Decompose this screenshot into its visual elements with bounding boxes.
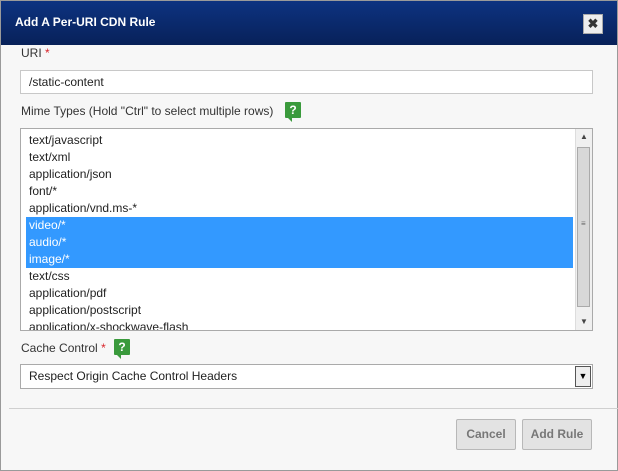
- mime-type-option[interactable]: application/postscript: [26, 302, 573, 319]
- scroll-down-arrow-icon[interactable]: ▼: [576, 314, 592, 330]
- mime-types-listbox[interactable]: text/javascript text/xml application/json f…: [20, 128, 593, 331]
- scroll-up-arrow-icon[interactable]: ▲: [576, 129, 592, 145]
- mime-type-option[interactable]: font/*: [26, 183, 573, 200]
- chevron-down-icon[interactable]: ▼: [575, 366, 591, 387]
- cache-control-required-mark: *: [101, 341, 106, 355]
- mime-list-scrollbar[interactable]: ▲ ≡ ▼: [575, 129, 592, 330]
- help-icon: ?: [289, 103, 297, 117]
- mime-types-label: Mime Types (Hold "Ctrl" to select multip…: [21, 104, 274, 118]
- mime-type-option[interactable]: application/vnd.ms-*: [26, 200, 573, 217]
- add-rule-button[interactable]: Add Rule: [522, 419, 592, 450]
- mime-type-option[interactable]: audio/*: [26, 234, 573, 251]
- cache-control-label-text: Cache Control: [21, 341, 98, 355]
- cache-control-label: Cache Control *: [21, 341, 106, 355]
- mime-type-option[interactable]: video/*: [26, 217, 573, 234]
- mime-type-option[interactable]: image/*: [26, 251, 573, 268]
- cache-control-selected-value: Respect Origin Cache Control Headers: [29, 369, 238, 383]
- cache-control-help-icon[interactable]: ?: [114, 339, 130, 359]
- help-icon: ?: [118, 340, 126, 354]
- add-cdn-rule-dialog: Add A Per-URI CDN Rule ✖ URI * /static-c…: [0, 0, 618, 471]
- mime-type-option[interactable]: application/pdf: [26, 285, 573, 302]
- footer-divider: [9, 408, 618, 409]
- mime-type-option[interactable]: text/xml: [26, 149, 573, 166]
- scrollbar-thumb[interactable]: ≡: [577, 147, 590, 307]
- dialog-title: Add A Per-URI CDN Rule: [15, 15, 156, 29]
- dialog-titlebar: Add A Per-URI CDN Rule ✖: [1, 1, 617, 45]
- cache-control-select[interactable]: Respect Origin Cache Control Headers ▼: [20, 364, 593, 389]
- scrollbar-grip-icon: ≡: [581, 219, 586, 228]
- uri-label: URI *: [21, 46, 50, 60]
- cancel-button[interactable]: Cancel: [456, 419, 516, 450]
- close-icon: ✖: [587, 16, 599, 31]
- mime-type-option[interactable]: application/x-shockwave-flash: [26, 319, 573, 330]
- uri-input[interactable]: /static-content: [20, 70, 593, 94]
- uri-required-mark: *: [45, 46, 50, 60]
- mime-type-option[interactable]: application/json: [26, 166, 573, 183]
- mime-type-option[interactable]: text/javascript: [26, 132, 573, 149]
- close-button[interactable]: ✖: [583, 14, 603, 34]
- mime-type-option[interactable]: text/css: [26, 268, 573, 285]
- uri-label-text: URI: [21, 46, 42, 60]
- mime-types-help-icon[interactable]: ?: [285, 102, 301, 122]
